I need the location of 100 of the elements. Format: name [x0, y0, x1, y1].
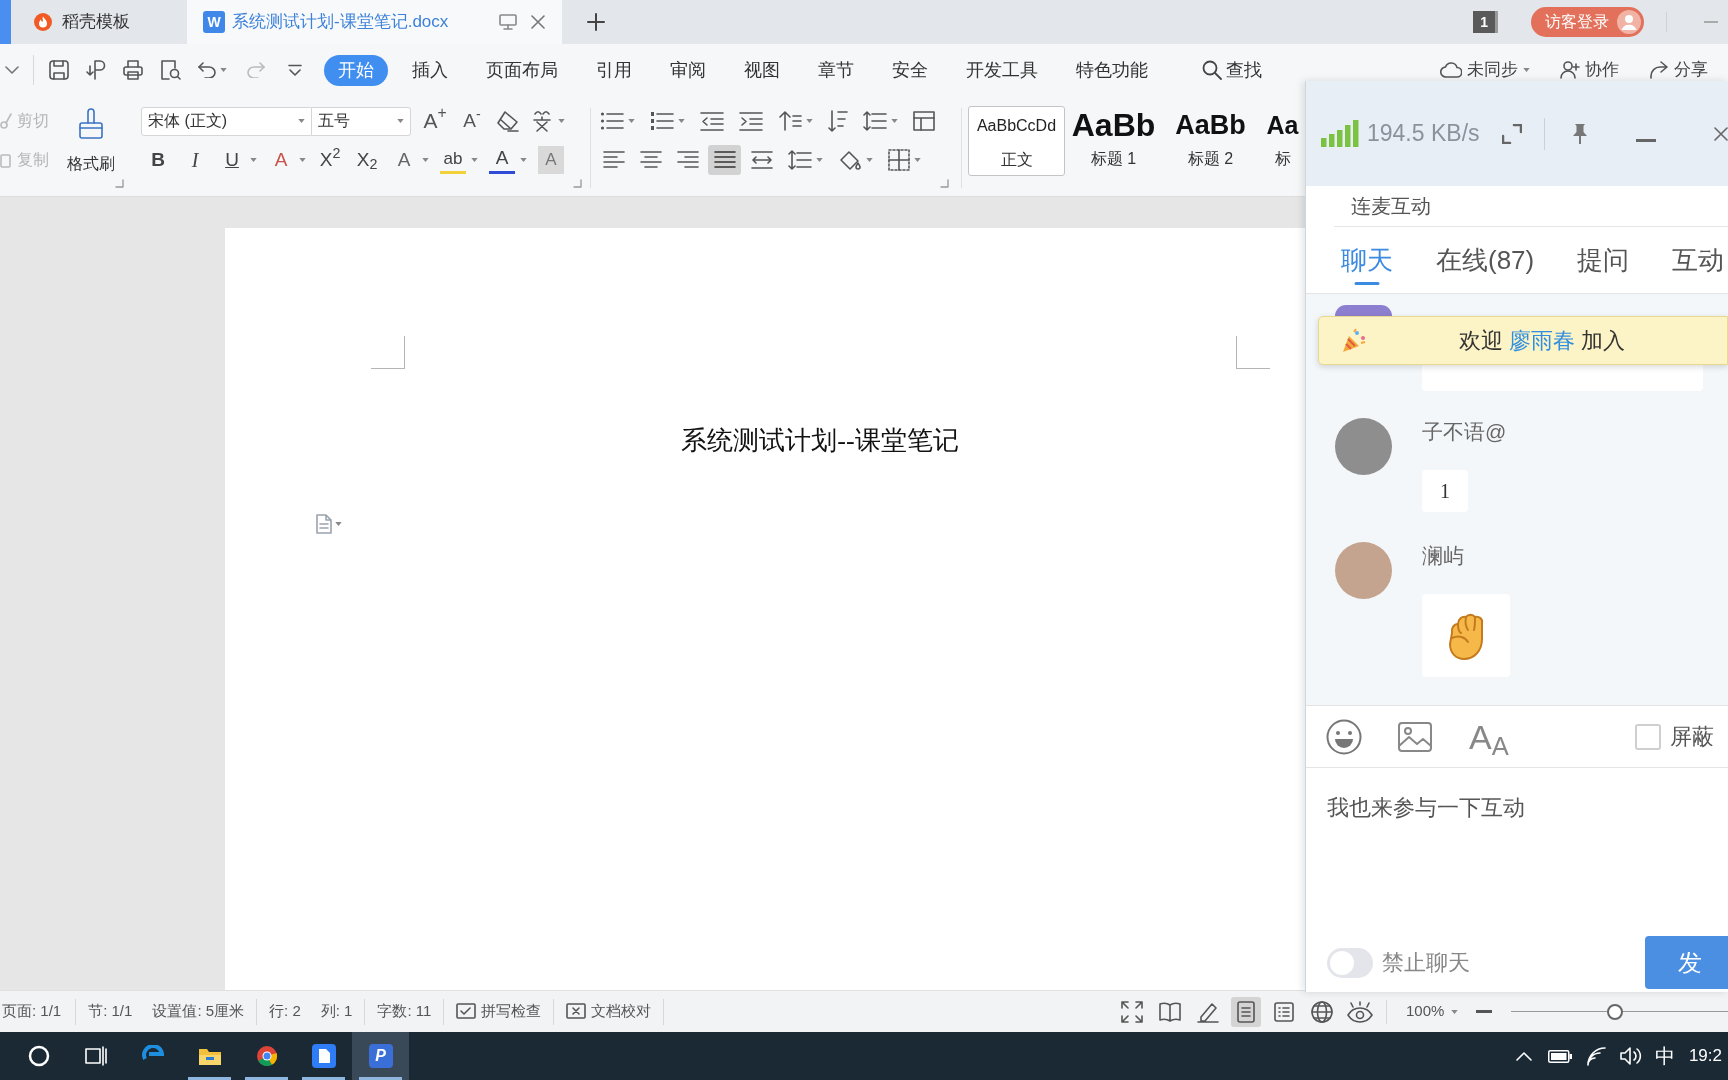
plus-icon[interactable]	[587, 13, 605, 31]
circle-icon[interactable]	[27, 1045, 50, 1067]
format-painter-button[interactable]: 格式刷	[67, 106, 115, 189]
caret-icon[interactable]	[471, 158, 478, 162]
smiley-icon[interactable]	[1326, 718, 1362, 755]
eraser-icon[interactable]	[496, 110, 520, 132]
menu-tab[interactable]: 引用	[582, 54, 646, 86]
chat-tab[interactable]: 提问	[1577, 227, 1630, 293]
proofread-button[interactable]: 文档校对	[554, 998, 665, 1025]
close-icon[interactable]	[531, 15, 545, 29]
caret-icon[interactable]	[520, 158, 527, 162]
image-icon[interactable]	[1398, 721, 1432, 752]
caret-icon[interactable]	[816, 158, 823, 162]
highlight-button[interactable]: ab	[440, 146, 466, 174]
message-input[interactable]: 我也来参与一下互动	[1306, 768, 1728, 933]
paragraph-spacing-icon[interactable]	[863, 111, 887, 131]
caret-icon[interactable]	[558, 119, 565, 123]
minimize-icon[interactable]	[1635, 139, 1656, 142]
caret-icon[interactable]	[1523, 68, 1530, 72]
document-icon[interactable]	[316, 514, 332, 534]
caret-icon[interactable]	[891, 119, 898, 123]
italic-button[interactable]: I	[182, 146, 208, 174]
chat-tab[interactable]: 在线(87)	[1436, 227, 1535, 293]
menu-tab[interactable]: 安全	[878, 54, 942, 86]
menu-tab[interactable]: 插入	[398, 54, 462, 86]
decrease-indent-icon[interactable]	[700, 111, 724, 131]
strikethrough-button[interactable]: A	[268, 146, 294, 174]
input-method-indicator[interactable]: 中	[1654, 1041, 1675, 1071]
undo-icon[interactable]	[198, 62, 216, 78]
export-icon[interactable]	[86, 60, 106, 80]
slider-thumb[interactable]	[1607, 1003, 1624, 1020]
style-tile[interactable]: AaBb 标题 1	[1065, 106, 1162, 176]
table-icon[interactable]	[913, 111, 935, 131]
speaker-icon[interactable]	[1619, 1046, 1642, 1066]
numbered-list-icon[interactable]	[650, 111, 674, 131]
caret-icon[interactable]	[299, 158, 306, 162]
subscript-button[interactable]: X$_{2}$	[354, 146, 380, 174]
superscript-button[interactable]: X$^{2}$	[317, 146, 343, 174]
bulleted-list-icon[interactable]	[600, 111, 624, 131]
text-effect-button[interactable]: A	[391, 146, 417, 174]
print-icon[interactable]	[123, 60, 143, 80]
borders-icon[interactable]	[888, 149, 910, 171]
font-color-button[interactable]: A	[489, 146, 515, 174]
paint-bucket-icon[interactable]	[838, 149, 862, 171]
zoom-slider[interactable]	[1511, 1002, 1728, 1021]
battery-icon[interactable]	[1547, 1049, 1572, 1063]
bold-button[interactable]: B	[145, 146, 171, 174]
spell-check-button[interactable]: 拼写检查	[444, 998, 555, 1025]
wifi-icon[interactable]	[1585, 1046, 1608, 1066]
mute-toggle[interactable]	[1327, 947, 1373, 978]
menu-tab[interactable]: 章节	[804, 54, 868, 86]
save-icon[interactable]	[49, 60, 69, 80]
caret-icon[interactable]	[422, 158, 429, 162]
chat-tab[interactable]: 聊天	[1341, 227, 1393, 293]
zoom-out-icon[interactable]	[1476, 1010, 1493, 1013]
phonetic-icon[interactable]	[531, 109, 553, 133]
caret-icon[interactable]	[914, 158, 921, 162]
chevron-down-icon[interactable]	[5, 66, 19, 74]
style-tile[interactable]: Aa 标	[1259, 106, 1305, 176]
caret-icon[interactable]	[397, 119, 404, 123]
search-button[interactable]: 查找	[1202, 56, 1262, 84]
block-checkbox[interactable]	[1634, 723, 1661, 750]
menu-tab[interactable]: 页面布局	[472, 54, 572, 86]
share-button[interactable]: 分享	[1649, 57, 1708, 83]
font-family-select[interactable]: 宋体 (正文)	[141, 106, 312, 136]
caret-icon[interactable]	[806, 119, 813, 123]
sync-button[interactable]: 未同步	[1440, 57, 1530, 83]
text-direction-icon[interactable]	[778, 110, 802, 132]
grow-font-button[interactable]: A$^{+}$	[422, 107, 448, 135]
increase-indent-icon[interactable]	[739, 111, 763, 131]
menu-tab[interactable]: 审阅	[656, 54, 720, 86]
monitor-icon[interactable]	[499, 14, 517, 30]
caret-icon[interactable]	[298, 119, 305, 123]
style-tile[interactable]: AaBbCcDd 正文	[968, 106, 1065, 176]
line-spacing-icon[interactable]	[788, 150, 812, 170]
shrink-font-button[interactable]: A$^{-}$	[459, 107, 485, 135]
caret-icon[interactable]	[628, 119, 635, 123]
justify-button[interactable]	[708, 145, 741, 175]
file-tab[interactable]: W 系统测试计划-课堂笔记.docx	[187, 0, 562, 44]
font-size-select[interactable]: 五号	[312, 106, 411, 136]
chevron-up-icon[interactable]	[1515, 1051, 1532, 1061]
close-icon[interactable]	[1714, 126, 1728, 141]
taskbar-button[interactable]: P	[352, 1032, 409, 1080]
task-view-icon[interactable]	[84, 1046, 107, 1066]
chat-tab[interactable]: 互动	[1672, 227, 1725, 293]
caret-icon[interactable]	[866, 158, 873, 162]
caret-icon[interactable]	[335, 522, 342, 526]
print-preview-icon[interactable]	[161, 60, 181, 80]
sort-icon[interactable]	[828, 109, 848, 133]
menu-tab[interactable]: 特色功能	[1062, 54, 1162, 86]
caret-icon[interactable]	[220, 68, 227, 72]
menu-tab[interactable]: 开发工具	[952, 54, 1052, 86]
caret-icon[interactable]	[250, 158, 257, 162]
view-button[interactable]	[1231, 996, 1261, 1027]
expand-icon[interactable]	[1501, 123, 1522, 144]
caret-icon[interactable]	[1451, 1009, 1459, 1014]
style-tile[interactable]: AaBb 标题 2	[1162, 106, 1259, 176]
underline-button[interactable]: U	[219, 146, 245, 174]
menu-tab[interactable]: 视图	[730, 54, 794, 86]
zoom-level-button[interactable]: 100%	[1406, 1000, 1459, 1023]
